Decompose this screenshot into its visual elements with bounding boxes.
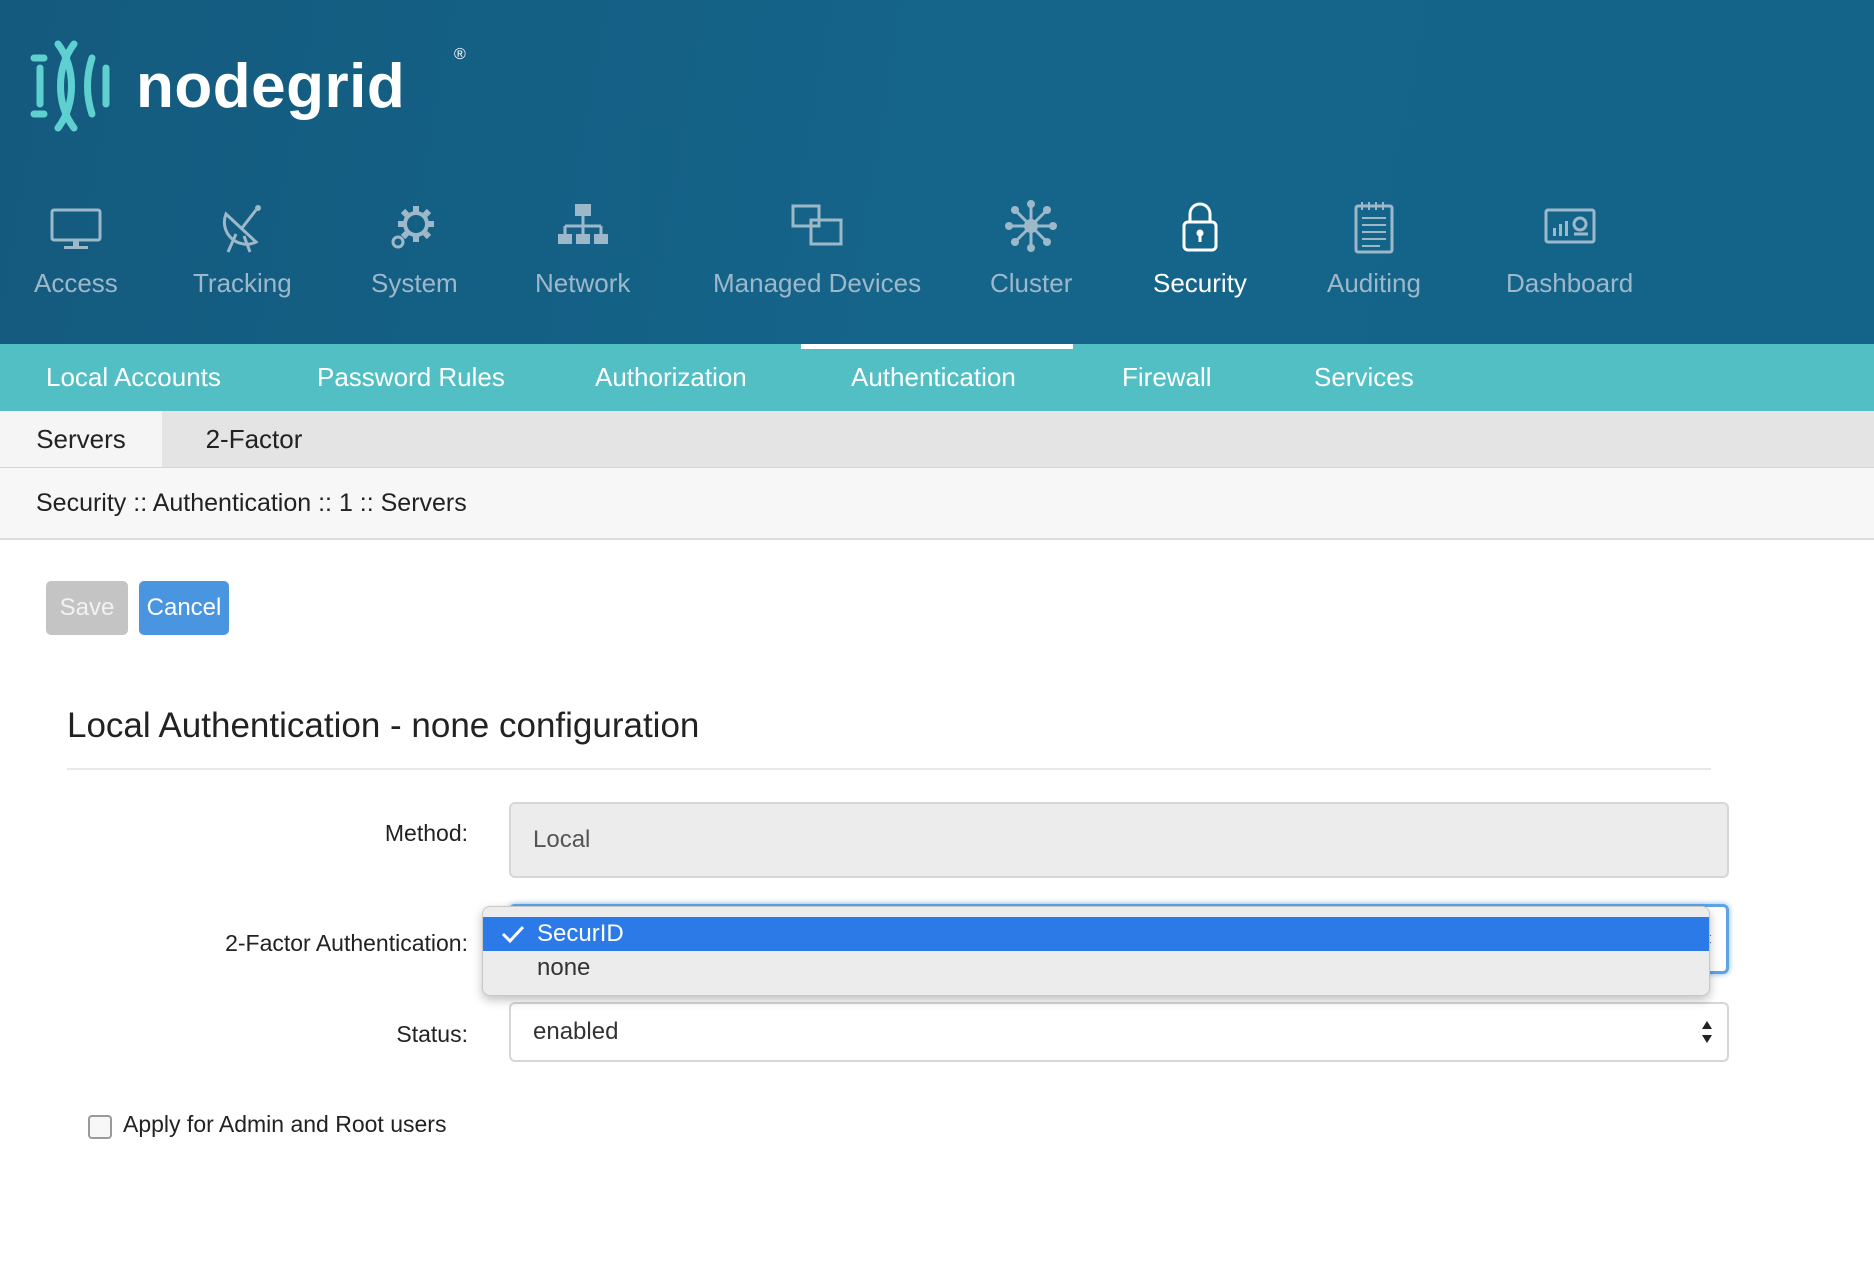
nav-system-label: System [371, 268, 458, 298]
active-subnav-indicator [801, 344, 1073, 349]
nav-system[interactable]: System [371, 196, 458, 306]
nav-security[interactable]: Security [1153, 196, 1247, 306]
apply-admin-root-checkbox[interactable] [88, 1115, 112, 1139]
section-divider [67, 768, 1711, 770]
two-factor-dropdown: SecurID none [482, 906, 1710, 996]
subnav-authentication[interactable]: Authentication [851, 344, 1016, 411]
registered-mark: ® [454, 46, 466, 63]
save-button[interactable]: Save [46, 581, 128, 635]
tab-servers[interactable]: Servers [0, 411, 162, 467]
notepad-icon [1354, 202, 1394, 254]
section-title: Local Authentication - none configuratio… [67, 706, 700, 745]
nav-network[interactable]: Network [535, 196, 630, 306]
nodegrid-logo[interactable]: nodegrid ® [30, 36, 466, 136]
checkmark-icon [501, 925, 525, 944]
cancel-button[interactable]: Cancel [139, 581, 229, 635]
dropdown-option-label: SecurID [537, 920, 624, 947]
dashboard-icon [1544, 208, 1596, 244]
nav-auditing-label: Auditing [1327, 268, 1421, 298]
nav-managed-devices-label: Managed Devices [713, 268, 922, 298]
nav-access-label: Access [34, 268, 118, 298]
security-sub-nav: Local Accounts Password Rules Authorizat… [0, 344, 1874, 411]
devices-icon [791, 204, 843, 246]
subnav-password-rules[interactable]: Password Rules [317, 344, 505, 411]
dropdown-option-label: none [537, 954, 591, 981]
two-factor-label: 2-Factor Authentication: [225, 930, 468, 956]
select-arrows-icon [1702, 1021, 1712, 1043]
nav-access[interactable]: Access [34, 196, 118, 306]
nav-dashboard[interactable]: Dashboard [1506, 196, 1633, 306]
nav-cluster-label: Cluster [990, 268, 1073, 298]
gear-icon [391, 206, 435, 249]
subnav-authorization[interactable]: Authorization [595, 344, 747, 411]
subnav-local-accounts[interactable]: Local Accounts [46, 344, 221, 411]
nav-network-label: Network [535, 268, 631, 298]
nav-auditing[interactable]: Auditing [1327, 196, 1421, 306]
monitor-icon [50, 208, 102, 249]
breadcrumb-bar: Security :: Authentication :: 1 :: Serve… [0, 468, 1874, 540]
status-value: enabled [533, 1018, 619, 1045]
nav-managed-devices[interactable]: Managed Devices [713, 196, 921, 306]
brand-name: nodegrid [136, 51, 406, 121]
method-label: Method: [384, 820, 468, 846]
network-icon [557, 204, 608, 244]
dropdown-option-none[interactable]: none [483, 951, 1709, 985]
nav-tracking[interactable]: Tracking [193, 196, 292, 306]
nav-dashboard-label: Dashboard [1506, 268, 1634, 298]
nav-security-label: Security [1153, 268, 1247, 298]
method-field: Local [509, 802, 1729, 878]
top-header: nodegrid ® Access Tracking System Networ… [0, 0, 1874, 344]
subnav-firewall[interactable]: Firewall [1122, 344, 1212, 411]
tab-2-factor[interactable]: 2-Factor [194, 411, 314, 467]
satellite-icon [223, 205, 262, 253]
nav-tracking-label: Tracking [193, 268, 292, 298]
nodegrid-logo-mark-icon [30, 40, 110, 132]
cluster-icon [1005, 200, 1058, 252]
apply-admin-root-label[interactable]: Apply for Admin and Root users [123, 1111, 446, 1138]
breadcrumb: Security :: Authentication :: 1 :: Serve… [36, 489, 467, 517]
subnav-services[interactable]: Services [1314, 344, 1414, 411]
lock-icon [1182, 202, 1218, 252]
status-label: Status: [396, 1021, 468, 1047]
nav-cluster[interactable]: Cluster [990, 196, 1072, 306]
status-select[interactable]: enabled [509, 1002, 1729, 1062]
authentication-tabs: Servers 2-Factor [0, 411, 1874, 468]
dropdown-option-securid[interactable]: SecurID [483, 917, 1709, 951]
